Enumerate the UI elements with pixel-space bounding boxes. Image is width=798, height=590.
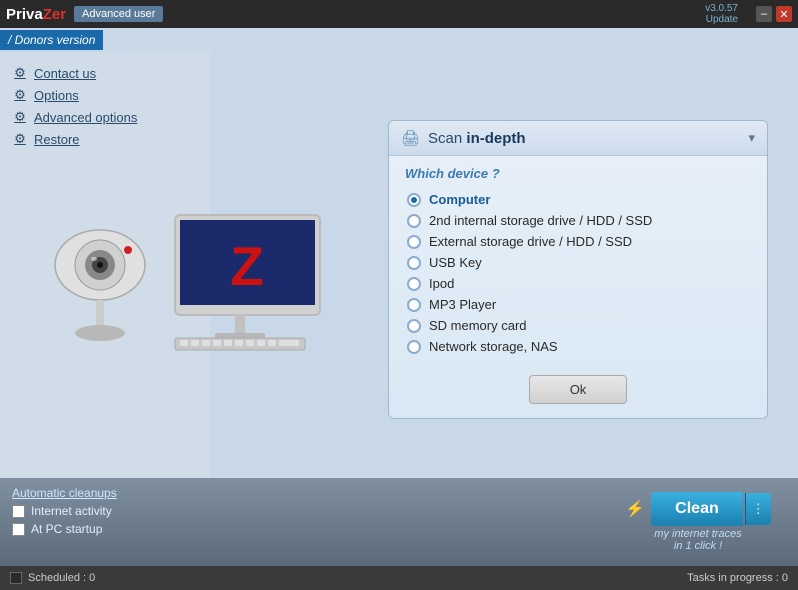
status-bar: Scheduled : 0 Tasks in progress : 0 bbox=[0, 566, 798, 590]
chevron-down-icon[interactable]: ▾ bbox=[748, 130, 755, 146]
version-info: v3.0.57 Update bbox=[705, 3, 738, 25]
clean-subtitle: my internet traces in 1 click ! bbox=[654, 528, 741, 552]
device-label-sd: SD memory card bbox=[429, 318, 527, 333]
printer-icon: 🖨 bbox=[401, 129, 420, 147]
device-radio-mp3[interactable] bbox=[407, 298, 421, 312]
device-external[interactable]: External storage drive / HDD / SSD bbox=[405, 231, 751, 252]
device-ipod[interactable]: Ipod bbox=[405, 273, 751, 294]
device-radio-nas[interactable] bbox=[407, 340, 421, 354]
sidebar-item-restore[interactable]: ⚙ Restore bbox=[8, 128, 210, 150]
sidebar-item-options[interactable]: ⚙ Options bbox=[8, 84, 210, 106]
checkbox-internet-box[interactable] bbox=[12, 505, 25, 518]
device-mp3[interactable]: MP3 Player bbox=[405, 294, 751, 315]
close-button[interactable]: ✕ bbox=[776, 6, 792, 22]
advanced-options-icon: ⚙ bbox=[12, 109, 28, 125]
clean-button-row: ⚡ Clean ⋮ bbox=[625, 492, 771, 526]
auto-cleanups-link[interactable]: Automatic cleanups bbox=[12, 486, 586, 500]
title-bar: PrivaZer Advanced user v3.0.57 Update – … bbox=[0, 0, 798, 28]
device-label-nas: Network storage, NAS bbox=[429, 339, 558, 354]
device-illustration: Z bbox=[10, 155, 330, 355]
options-icon: ⚙ bbox=[12, 87, 28, 103]
sidebar-label-contact: Contact us bbox=[34, 66, 96, 81]
svg-text:Z: Z bbox=[230, 235, 264, 297]
sidebar-item-advanced-options[interactable]: ⚙ Advanced options bbox=[8, 106, 210, 128]
clean-sub-line1: my internet traces bbox=[654, 528, 741, 540]
sidebar-label-options: Options bbox=[34, 88, 79, 103]
donors-bar: / Donors version bbox=[0, 30, 103, 50]
illustration-area: Z bbox=[10, 155, 350, 365]
checkbox-internet[interactable]: Internet activity bbox=[12, 504, 586, 518]
device-nas[interactable]: Network storage, NAS bbox=[405, 336, 751, 357]
device-usb[interactable]: USB Key bbox=[405, 252, 751, 273]
checkbox-startup[interactable]: At PC startup bbox=[12, 522, 586, 536]
device-label-2nd-hdd: 2nd internal storage drive / HDD / SSD bbox=[429, 213, 652, 228]
device-radio-external[interactable] bbox=[407, 235, 421, 249]
bottom-right: ⚡ Clean ⋮ my internet traces in 1 click … bbox=[598, 478, 798, 566]
status-scheduled-label: Scheduled : 0 bbox=[28, 572, 95, 584]
device-radio-sd[interactable] bbox=[407, 319, 421, 333]
device-label-ipod: Ipod bbox=[429, 276, 454, 291]
device-label-mp3: MP3 Player bbox=[429, 297, 496, 312]
which-device-label: Which device ? bbox=[405, 166, 751, 181]
clean-sub-line2: in 1 click ! bbox=[654, 540, 741, 552]
checkbox-internet-label: Internet activity bbox=[31, 504, 112, 518]
device-label-usb: USB Key bbox=[429, 255, 482, 270]
sidebar-label-advanced: Advanced options bbox=[34, 110, 137, 125]
app-logo: PrivaZer bbox=[6, 6, 66, 23]
device-computer[interactable]: Computer bbox=[405, 189, 751, 210]
status-tasks-label: Tasks in progress : 0 bbox=[687, 572, 788, 584]
device-radio-2nd-hdd[interactable] bbox=[407, 214, 421, 228]
bottom-panel: Automatic cleanups Internet activity At … bbox=[0, 478, 798, 566]
lightning-icon: ⚡ bbox=[625, 499, 645, 519]
status-scheduled-checkbox[interactable] bbox=[10, 572, 22, 584]
device-label-computer: Computer bbox=[429, 192, 490, 207]
device-radio-usb[interactable] bbox=[407, 256, 421, 270]
device-radio-ipod[interactable] bbox=[407, 277, 421, 291]
bottom-left: Automatic cleanups Internet activity At … bbox=[0, 478, 598, 566]
ok-button[interactable]: Ok bbox=[529, 375, 628, 404]
clean-more-button[interactable]: ⋮ bbox=[745, 493, 771, 525]
checkbox-startup-label: At PC startup bbox=[31, 522, 102, 536]
user-badge: Advanced user bbox=[74, 6, 163, 22]
clean-button[interactable]: Clean bbox=[651, 492, 743, 526]
device-label-external: External storage drive / HDD / SSD bbox=[429, 234, 632, 249]
scan-header[interactable]: 🖨 Scan in-depth ▾ bbox=[389, 121, 767, 156]
scan-dropdown: 🖨 Scan in-depth ▾ Which device ? Compute… bbox=[388, 120, 768, 419]
scan-panel: 🖨 Scan in-depth ▾ Which device ? Compute… bbox=[388, 110, 778, 419]
device-2nd-hdd[interactable]: 2nd internal storage drive / HDD / SSD bbox=[405, 210, 751, 231]
device-radio-computer[interactable] bbox=[407, 193, 421, 207]
scan-title: 🖨 Scan in-depth bbox=[401, 129, 526, 147]
sidebar-label-restore: Restore bbox=[34, 132, 80, 147]
checkbox-startup-box[interactable] bbox=[12, 523, 25, 536]
contact-icon: ⚙ bbox=[12, 65, 28, 81]
sidebar-item-contact-us[interactable]: ⚙ Contact us bbox=[8, 62, 210, 84]
status-left: Scheduled : 0 bbox=[10, 572, 95, 584]
device-sd[interactable]: SD memory card bbox=[405, 315, 751, 336]
device-list: Which device ? Computer 2nd internal sto… bbox=[389, 156, 767, 418]
restore-icon: ⚙ bbox=[12, 131, 28, 147]
minimize-button[interactable]: – bbox=[756, 6, 772, 22]
